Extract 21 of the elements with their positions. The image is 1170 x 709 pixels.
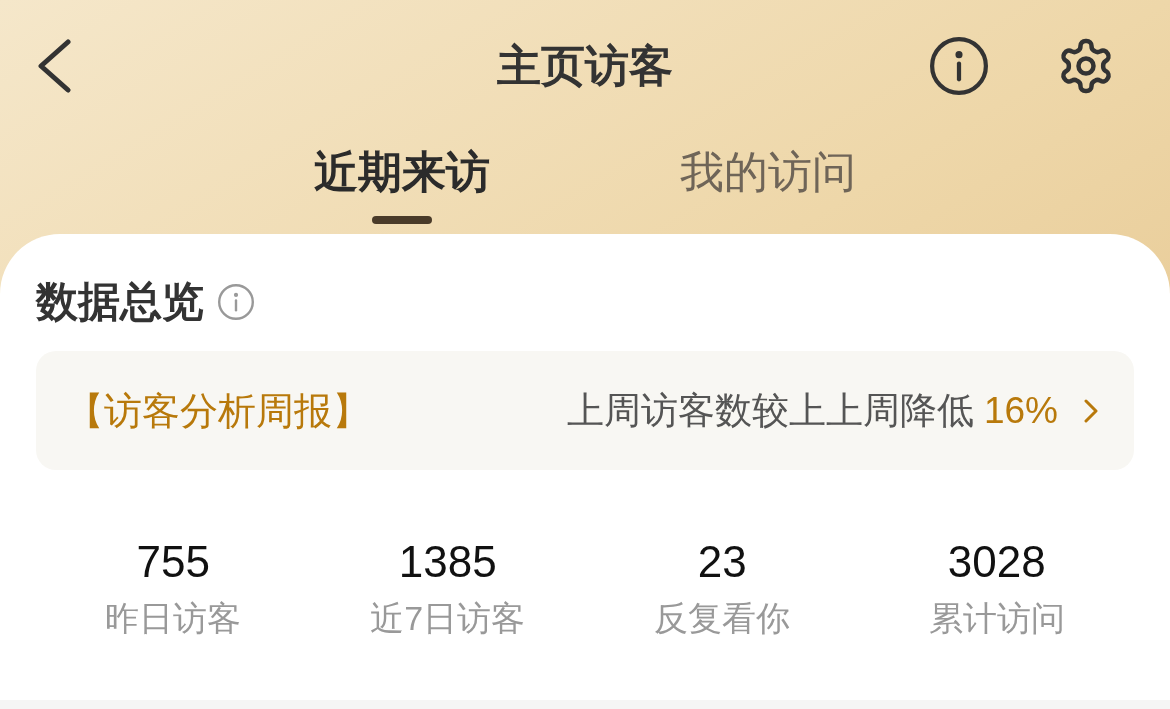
- report-label: 【访客分析周报】: [66, 388, 370, 434]
- tab[interactable]: 我的访问: [680, 132, 856, 224]
- back-button[interactable]: [36, 39, 72, 93]
- page-title: 主页访客: [497, 40, 673, 92]
- change-value: 16%: [983, 388, 1058, 433]
- stat-label: 反复看你: [654, 598, 791, 639]
- weekly-report-banner[interactable]: 【访客分析周报】 上周访客数较上上周降低 16%: [36, 351, 1134, 470]
- stat-value: 1385: [398, 536, 497, 588]
- stat-label: 近7日访客: [370, 598, 526, 639]
- stat-value: 755: [136, 536, 210, 588]
- section-title: 数据总览: [36, 277, 204, 327]
- stat-label: 累计访问: [928, 598, 1065, 639]
- stat-label: 昨日访客: [105, 598, 242, 639]
- stat-value: 3028: [947, 536, 1046, 588]
- stat-value: 23: [697, 536, 747, 588]
- info-icon[interactable]: [930, 37, 988, 95]
- back-icon: [37, 39, 71, 93]
- tab[interactable]: 近期来访: [314, 132, 490, 224]
- chevron-right-icon: [1084, 398, 1098, 423]
- tab-indicator: [372, 216, 432, 224]
- report-summary: 上周访客数较上上周降低: [566, 388, 974, 433]
